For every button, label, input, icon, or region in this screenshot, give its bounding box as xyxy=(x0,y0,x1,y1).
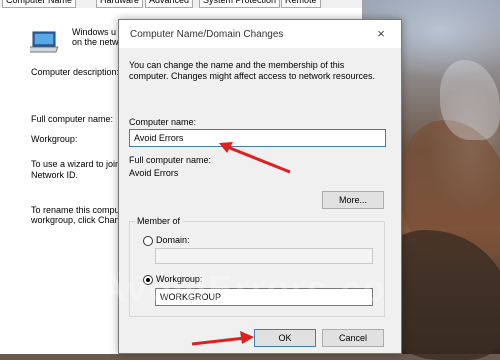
info-text-line1: Windows u xyxy=(72,27,117,37)
domain-field[interactable] xyxy=(155,248,373,264)
ok-button[interactable]: OK xyxy=(254,329,316,347)
full-computer-name-label: Full computer name: xyxy=(129,155,212,165)
computer-name-label: Computer name: xyxy=(129,117,197,127)
tab-computer-name[interactable]: Computer Name xyxy=(2,0,77,8)
close-icon[interactable]: × xyxy=(369,25,393,43)
info-text-line2: on the netw xyxy=(72,37,119,47)
computer-description-label: Computer description: xyxy=(31,67,120,77)
annotation-arrow-icon xyxy=(219,142,291,174)
member-of-label: Member of xyxy=(135,216,183,226)
rename-text-line1: To rename this comput xyxy=(31,205,123,215)
site-watermark: AvoidErrors.co xyxy=(100,268,387,309)
tab-system-protection[interactable]: System Protection xyxy=(199,0,281,8)
computer-icon xyxy=(30,31,59,53)
full-computer-name-label: Full computer name: xyxy=(31,114,114,124)
rock-shape xyxy=(440,60,500,140)
tab-remote[interactable]: Remote xyxy=(281,0,321,8)
rename-text-line2: workgroup, click Chan xyxy=(31,215,120,225)
workgroup-label: Workgroup: xyxy=(31,134,78,144)
dialog-titlebar[interactable]: Computer Name/Domain Changes × xyxy=(119,20,401,48)
tab-advanced[interactable]: Advanced xyxy=(145,0,194,8)
cancel-button[interactable]: Cancel xyxy=(322,329,384,347)
wizard-text-line1: To use a wizard to join xyxy=(31,159,121,169)
description-line1: You can change the name and the membersh… xyxy=(129,60,345,70)
dialog-title: Computer Name/Domain Changes xyxy=(130,29,284,40)
more-button[interactable]: More... xyxy=(322,191,384,209)
domain-radio[interactable] xyxy=(143,236,153,246)
annotation-arrow-icon xyxy=(191,331,254,346)
description-line2: computer. Changes might affect access to… xyxy=(129,71,375,81)
domain-label: Domain: xyxy=(156,235,190,245)
full-computer-name-value: Avoid Errors xyxy=(129,168,179,178)
tab-hardware[interactable]: Hardware xyxy=(96,0,144,8)
wizard-text-line2: Network ID. xyxy=(31,170,79,180)
